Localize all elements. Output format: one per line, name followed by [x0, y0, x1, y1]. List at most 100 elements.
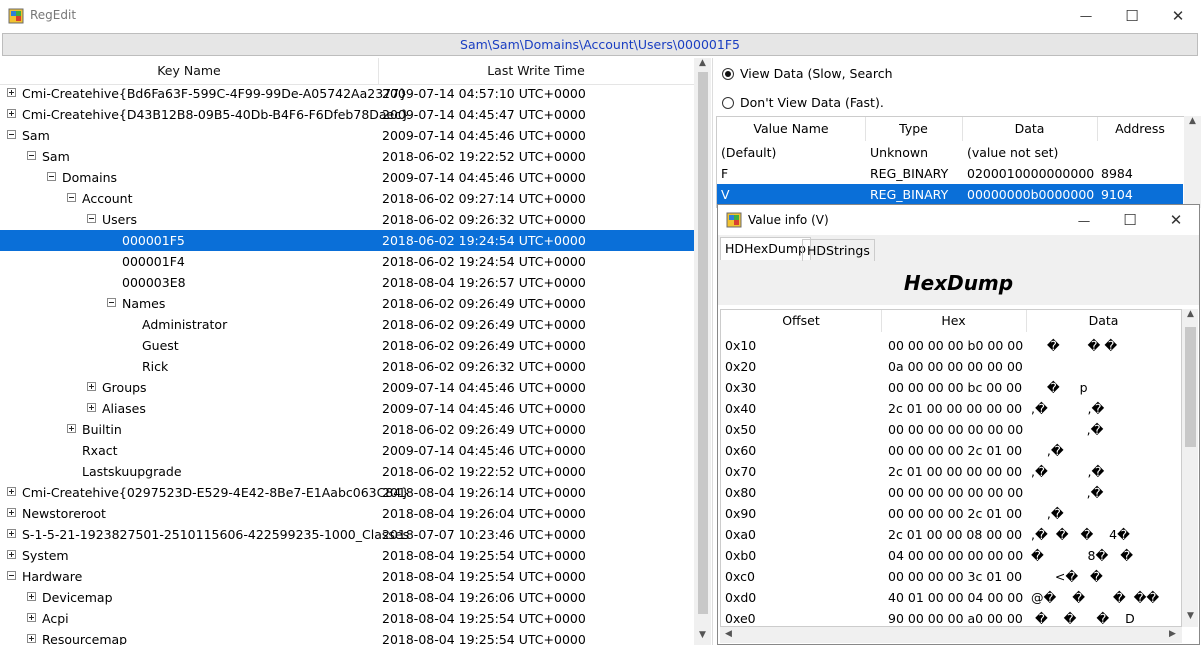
expand-plus-icon[interactable] — [87, 382, 96, 391]
tree-row[interactable]: Hardware 2018-08-04 19:25:54 UTC+0000 — [0, 566, 694, 587]
scroll-up-arrow-icon[interactable]: ▲ — [694, 58, 711, 68]
tree-row[interactable]: Cmi-Createhive{0297523D-E529-4E42-8Be7-E… — [0, 482, 694, 503]
hexdump-horizontal-scrollbar[interactable]: ◀ ▶ — [720, 627, 1182, 643]
value-info-close-button[interactable]: ✕ — [1153, 205, 1199, 235]
dont-view-data-option[interactable]: Don't View Data (Fast). — [722, 95, 884, 110]
expand-plus-icon[interactable] — [27, 634, 36, 643]
expand-plus-icon[interactable] — [7, 88, 16, 97]
hexdump-row[interactable]: 0xa0 2c 01 00 00 08 00 00 00 ,� � � 4� — [721, 524, 1181, 545]
expand-plus-icon[interactable] — [7, 529, 16, 538]
column-header-last-write-time[interactable]: Last Write Time — [378, 58, 694, 84]
tree-row[interactable]: S-1-5-21-1923827501-2510115606-422599235… — [0, 524, 694, 545]
hexdump-row[interactable]: 0xd0 40 01 00 00 04 00 00 00 @� � � �� — [721, 587, 1181, 608]
tree-row[interactable]: Cmi-Createhive{D43B12B8-09B5-40Db-B4F6-F… — [0, 104, 694, 125]
close-icon: ✕ — [1169, 211, 1183, 229]
collapse-minus-icon[interactable] — [107, 298, 116, 307]
tree-row[interactable]: Guest 2018-06-02 09:26:49 UTC+0000 — [0, 335, 694, 356]
hexdump-row[interactable]: 0x40 2c 01 00 00 00 00 00 00 ,� ,� — [721, 398, 1181, 419]
close-button[interactable]: ✕ — [1155, 0, 1201, 31]
hex-scroll-left-icon[interactable]: ◀ — [720, 629, 737, 639]
hex-scroll-right-icon[interactable]: ▶ — [1164, 629, 1181, 639]
tree-row[interactable]: Newstoreroot 2018-08-04 19:26:04 UTC+0000 — [0, 503, 694, 524]
hexdump-row[interactable]: 0xc0 00 00 00 00 3c 01 00 00 <� � — [721, 566, 1181, 587]
view-data-option[interactable]: View Data (Slow, Search — [722, 66, 893, 81]
expand-plus-icon[interactable] — [87, 403, 96, 412]
collapse-minus-icon[interactable] — [7, 571, 16, 580]
collapse-minus-icon[interactable] — [47, 172, 56, 181]
value-info-maximize-button[interactable]: ☐ — [1107, 205, 1153, 235]
value-info-minimize-button[interactable]: — — [1061, 205, 1107, 235]
tree-row[interactable]: Aliases 2009-07-14 04:45:46 UTC+0000 — [0, 398, 694, 419]
collapse-minus-icon[interactable] — [87, 214, 96, 223]
tree-row[interactable]: Administrator 2018-06-02 09:26:49 UTC+000… — [0, 314, 694, 335]
hex-scroll-down-icon[interactable]: ▼ — [1182, 611, 1199, 621]
collapse-minus-icon[interactable] — [67, 193, 76, 202]
tree-row[interactable]: Rick 2018-06-02 09:26:32 UTC+0000 — [0, 356, 694, 377]
tab-hdstrings[interactable]: HDStrings — [802, 239, 875, 262]
scroll-down-arrow-icon[interactable]: ▼ — [694, 630, 711, 640]
tree-row[interactable]: Account 2018-06-02 09:27:14 UTC+0000 — [0, 188, 694, 209]
tree-row[interactable]: 000003E8 2018-08-04 19:26:57 UTC+0000 — [0, 272, 694, 293]
hexdump-row[interactable]: 0x50 00 00 00 00 00 00 00 00 ,� — [721, 419, 1181, 440]
hexdump-row[interactable]: 0x30 00 00 00 00 bc 00 00 00 � p — [721, 377, 1181, 398]
value-row[interactable]: (Default) Unknown (value not set) — [717, 142, 1183, 163]
column-header-address[interactable]: Address — [1097, 117, 1183, 141]
tree-row-key-name: 000003E8 — [122, 275, 186, 290]
view-data-radio[interactable] — [722, 67, 734, 80]
column-header-offset[interactable]: Offset — [721, 310, 882, 332]
column-header-value-name[interactable]: Value Name — [717, 117, 866, 141]
tree-row[interactable]: Builtin 2018-06-02 09:26:49 UTC+0000 — [0, 419, 694, 440]
maximize-button[interactable]: ☐ — [1109, 0, 1155, 31]
tree-scrollbar-thumb[interactable] — [698, 72, 708, 614]
dont-view-data-radio[interactable] — [722, 96, 734, 109]
tree-row[interactable]: Cmi-Createhive{Bd6Fa63F-599C-4F99-99De-A… — [0, 83, 694, 104]
tree-row[interactable]: Lastskuupgrade 2018-06-02 19:22:52 UTC+00… — [0, 461, 694, 482]
expand-plus-icon[interactable] — [67, 424, 76, 433]
tree-row[interactable]: Domains 2009-07-14 04:45:46 UTC+0000 — [0, 167, 694, 188]
values-scroll-up-icon[interactable]: ▲ — [1184, 116, 1201, 126]
hexdump-row[interactable]: 0xb0 04 00 00 00 00 00 00 00 � 8� � — [721, 545, 1181, 566]
tab-hdhexdump[interactable]: HDHexDump — [720, 237, 811, 260]
hexdump-row[interactable]: 0x10 00 00 00 00 b0 00 00 00 � � � — [721, 335, 1181, 356]
tree-row[interactable]: Acpi 2018-08-04 19:25:54 UTC+0000 — [0, 608, 694, 629]
tree-row[interactable]: System 2018-08-04 19:25:54 UTC+0000 — [0, 545, 694, 566]
hexdump-cell-data: ,� — [1031, 422, 1104, 437]
hexdump-row[interactable]: 0xe0 90 00 00 00 a0 00 00 00 � � � D — [721, 608, 1181, 626]
values-vertical-scrollbar[interactable]: ▲ — [1184, 116, 1201, 208]
hexdump-row[interactable]: 0x80 00 00 00 00 00 00 00 00 ,� — [721, 482, 1181, 503]
hexdump-row[interactable]: 0x90 00 00 00 00 2c 01 00 00 ,� — [721, 503, 1181, 524]
collapse-minus-icon[interactable] — [27, 151, 36, 160]
value-row[interactable]: V REG_BINARY 00000000b000000002 9104 — [717, 184, 1183, 205]
expand-plus-icon[interactable] — [7, 109, 16, 118]
expand-plus-icon[interactable] — [7, 508, 16, 517]
column-header-data[interactable]: Data — [962, 117, 1098, 141]
tree-row[interactable]: Devicemap 2018-08-04 19:26:06 UTC+0000 — [0, 587, 694, 608]
tree-row[interactable]: Sam 2018-06-02 19:22:52 UTC+0000 — [0, 146, 694, 167]
expand-plus-icon[interactable] — [7, 487, 16, 496]
tree-row[interactable]: Users 2018-06-02 09:26:32 UTC+0000 — [0, 209, 694, 230]
tree-row[interactable]: Names 2018-06-02 09:26:49 UTC+0000 — [0, 293, 694, 314]
column-header-key-name[interactable]: Key Name — [0, 58, 379, 84]
column-header-hex[interactable]: Hex — [881, 310, 1027, 332]
tree-row-last-write-time: 2018-06-02 19:24:54 UTC+0000 — [382, 254, 586, 269]
value-row[interactable]: F REG_BINARY 0200010000000000000 8984 — [717, 163, 1183, 184]
column-header-hex-data[interactable]: Data — [1026, 310, 1181, 332]
hexdump-row[interactable]: 0x70 2c 01 00 00 00 00 00 00 ,� ,� — [721, 461, 1181, 482]
hexdump-row[interactable]: 0x60 00 00 00 00 2c 01 00 00 ,� — [721, 440, 1181, 461]
hexdump-row[interactable]: 0x20 0a 00 00 00 00 00 00 00 — [721, 356, 1181, 377]
tree-row[interactable]: Groups 2009-07-14 04:45:46 UTC+0000 — [0, 377, 694, 398]
tree-row[interactable]: 000001F4 2018-06-02 19:24:54 UTC+0000 — [0, 251, 694, 272]
collapse-minus-icon[interactable] — [7, 130, 16, 139]
expand-plus-icon[interactable] — [27, 592, 36, 601]
expand-plus-icon[interactable] — [7, 550, 16, 559]
hexdump-scrollbar-thumb[interactable] — [1185, 327, 1196, 447]
expand-plus-icon[interactable] — [27, 613, 36, 622]
tree-row[interactable]: Resourcemap 2018-08-04 19:25:54 UTC+0000 — [0, 629, 694, 645]
hex-scroll-up-icon[interactable]: ▲ — [1182, 309, 1199, 319]
minimize-button[interactable]: — — [1063, 0, 1109, 31]
column-header-type[interactable]: Type — [865, 117, 963, 141]
tree-row[interactable]: Rxact 2009-07-14 04:45:46 UTC+0000 — [0, 440, 694, 461]
hexdump-cell-hex: 0a 00 00 00 00 00 00 00 — [888, 359, 1023, 374]
tree-row[interactable]: 000001F5 2018-06-02 19:24:54 UTC+0000 — [0, 230, 694, 251]
tree-row[interactable]: Sam 2009-07-14 04:45:46 UTC+0000 — [0, 125, 694, 146]
